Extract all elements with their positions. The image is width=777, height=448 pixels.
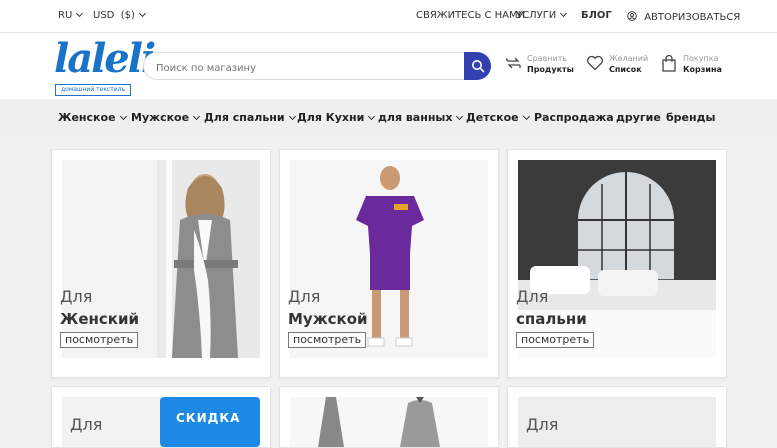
nav-item-other[interactable]: другие <box>616 111 661 124</box>
login-link[interactable]: Авторизоваться <box>627 10 740 24</box>
category-image <box>290 397 488 447</box>
chevron-down-icon <box>76 9 84 18</box>
category-card-men[interactable]: Для Мужской посмотреть <box>279 149 499 378</box>
services-menu[interactable]: Услуги <box>516 9 568 22</box>
chevron-down-icon <box>138 9 146 18</box>
chevron-down-icon <box>193 112 201 121</box>
language-selector[interactable]: RU <box>58 9 84 22</box>
blog-link[interactable]: БЛОГ <box>581 10 612 22</box>
category-card-6[interactable]: Для <box>507 386 727 448</box>
category-caption: Для Женский посмотреть <box>60 287 139 348</box>
view-button[interactable]: посмотреть <box>516 332 595 348</box>
logo[interactable]: laleli домашний текстиль <box>54 37 156 96</box>
view-button[interactable]: посмотреть <box>288 332 367 348</box>
nav-item-men[interactable]: Мужское <box>131 111 201 124</box>
user-icon <box>627 11 637 21</box>
main-nav: Женское Мужское Для спальни Для Кухни дл… <box>0 99 777 136</box>
header: laleli домашний текстиль Сравнить Продук… <box>0 33 777 99</box>
category-caption: Для Мужской посмотреть <box>288 287 368 348</box>
nav-item-women[interactable]: Женское <box>58 111 127 124</box>
logo-text: laleli <box>54 35 156 82</box>
compare-icon <box>506 57 521 69</box>
category-caption: Для спальни посмотреть <box>516 288 595 348</box>
search-button[interactable] <box>464 52 491 80</box>
category-card-women[interactable]: Для Женский посмотреть <box>51 149 271 378</box>
chevron-down-icon <box>456 112 464 121</box>
category-card-bedroom[interactable]: Для спальни посмотреть <box>507 149 727 378</box>
category-card-4[interactable]: Скидка Для <box>51 386 271 448</box>
view-button[interactable]: посмотреть <box>60 332 139 348</box>
chevron-down-icon <box>288 112 296 121</box>
nav-item-bath[interactable]: для ванных <box>378 111 464 124</box>
category-image: Скидка Для <box>62 397 260 447</box>
chevron-down-icon <box>119 112 127 121</box>
nav-item-kitchen[interactable]: Для Кухни <box>297 111 376 124</box>
currency-selector[interactable]: USD ($) <box>93 9 146 22</box>
nav-item-kids[interactable]: Детское <box>466 111 530 124</box>
heart-icon <box>587 55 603 71</box>
top-bar: RU USD ($) Свяжитесь с нами Услуги БЛОГ … <box>0 0 777 33</box>
kitchen-image <box>318 397 440 447</box>
contact-link[interactable]: Свяжитесь с нами <box>416 10 525 22</box>
shopping-bag-icon <box>662 55 676 72</box>
nav-item-sale[interactable]: Распродажа <box>534 111 614 124</box>
category-image: Для <box>518 397 716 447</box>
nav-item-brands[interactable]: бренды <box>666 111 715 124</box>
chevron-down-icon <box>560 9 568 18</box>
nav-item-bedroom[interactable]: Для спальни <box>204 111 296 124</box>
logo-tagline: домашний текстиль <box>55 84 131 96</box>
chevron-down-icon <box>368 112 376 121</box>
search-box <box>143 52 491 80</box>
search-icon <box>472 60 485 73</box>
search-input[interactable] <box>154 59 458 77</box>
chevron-down-icon <box>522 112 530 121</box>
category-card-5[interactable] <box>279 386 499 448</box>
